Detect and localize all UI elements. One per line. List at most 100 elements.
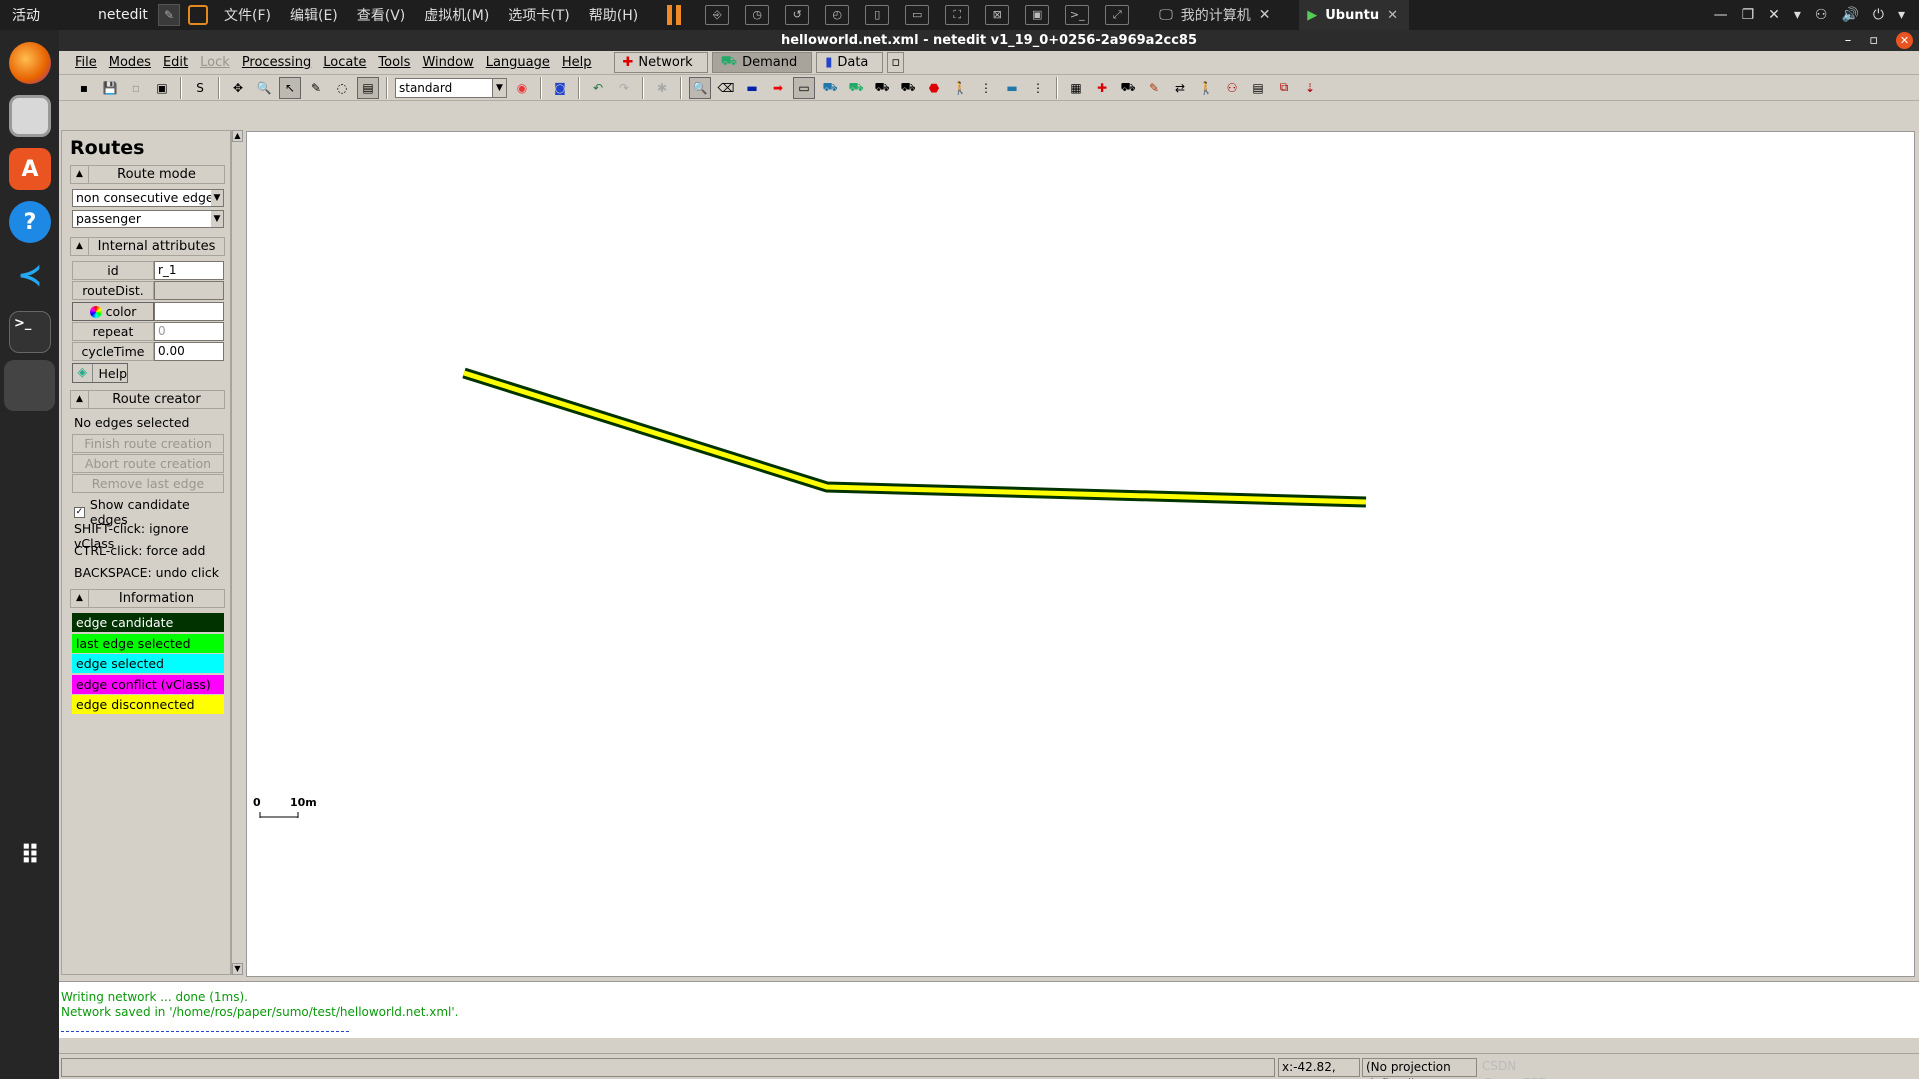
- show-overlapped-icon[interactable]: ⇣: [1299, 77, 1321, 99]
- vehicle-type-icon[interactable]: ⛟: [845, 77, 867, 99]
- vm-menu-edit[interactable]: 编辑(E): [290, 5, 338, 25]
- menu-language[interactable]: Language: [486, 55, 550, 70]
- thumbnail-icon[interactable]: ▭: [905, 5, 930, 25]
- redo-icon[interactable]: ↷: [613, 77, 635, 99]
- netedit-app-icon[interactable]: [4, 360, 55, 411]
- collapse-icon[interactable]: ▲: [71, 590, 89, 607]
- volume-icon[interactable]: 🔊: [1841, 7, 1858, 23]
- restore-icon[interactable]: ❐: [1742, 7, 1755, 23]
- attr-routedist-field[interactable]: [154, 281, 224, 300]
- chevron-down-icon[interactable]: ▾: [1898, 7, 1905, 23]
- color-picker-button[interactable]: color: [72, 302, 154, 321]
- dropdown-icon[interactable]: ▾: [1794, 7, 1801, 23]
- window-titlebar[interactable]: helloworld.net.xml - netedit v1_19_0+025…: [59, 30, 1919, 51]
- menu-locate[interactable]: Locate: [323, 55, 366, 70]
- show-person-plans-icon[interactable]: ⚇: [1221, 77, 1243, 99]
- remove-last-edge-button[interactable]: Remove last edge: [72, 474, 224, 493]
- inspect-mode-icon[interactable]: 🔍: [689, 76, 711, 99]
- menu-tools[interactable]: Tools: [378, 55, 410, 70]
- supermode-demand-button[interactable]: ⛟ Demand: [711, 52, 813, 73]
- unity-icon[interactable]: ⊠: [985, 5, 1010, 25]
- minimize-icon[interactable]: –: [1845, 30, 1852, 51]
- recompute-icon[interactable]: ✱: [651, 77, 673, 99]
- stop-icon[interactable]: ⬣: [923, 77, 945, 99]
- files-icon[interactable]: [9, 95, 51, 137]
- power-icon[interactable]: ⏻: [1873, 7, 1884, 23]
- help-button[interactable]: ◈ Help: [72, 363, 128, 383]
- attr-id-field[interactable]: r_1: [154, 261, 224, 280]
- menu-processing[interactable]: Processing: [242, 55, 311, 70]
- library-icon[interactable]: ▯: [865, 5, 890, 25]
- vm-menu-view[interactable]: 查看(V): [357, 5, 406, 25]
- save-all-icon[interactable]: ▣: [151, 77, 173, 99]
- person-plan-icon[interactable]: ⋮: [975, 77, 997, 99]
- app-store-icon[interactable]: A: [9, 148, 51, 190]
- close-icon[interactable]: ✕: [1259, 7, 1271, 23]
- attr-cycletime-field[interactable]: 0.00: [154, 342, 224, 361]
- undo-icon[interactable]: ↶: [587, 77, 609, 99]
- show-apps-icon[interactable]: ⠿: [9, 835, 51, 877]
- terminal-icon[interactable]: >_: [1065, 5, 1090, 25]
- save-icon[interactable]: 💾: [99, 77, 121, 99]
- vmware-icon[interactable]: [188, 5, 208, 25]
- app-name-label[interactable]: netedit: [70, 7, 150, 23]
- collapse-icon[interactable]: ▲: [71, 391, 89, 408]
- screenshot-icon[interactable]: ◙: [549, 77, 571, 99]
- message-log[interactable]: ‾ ‾ ‾ Writing network ... done (1ms). Ne…: [59, 981, 1919, 1038]
- vm-menu-tabs[interactable]: 选项卡(T): [508, 5, 569, 25]
- send-keys-icon[interactable]: ⎆: [705, 5, 730, 25]
- vm-menu-file[interactable]: 文件(F): [224, 5, 271, 25]
- menu-modes[interactable]: Modes: [109, 55, 151, 70]
- show-vehicles-icon[interactable]: ⛟: [1117, 77, 1139, 99]
- menu-file[interactable]: File: [75, 55, 97, 70]
- new-network-icon[interactable]: ▪: [73, 77, 95, 99]
- delete-mode-icon[interactable]: ⌫: [715, 77, 737, 99]
- scroll-down-icon[interactable]: ▼: [232, 963, 243, 975]
- show-persons-icon[interactable]: 🚶: [1195, 77, 1217, 99]
- menu-edit[interactable]: Edit: [163, 55, 188, 70]
- snapshot-icon[interactable]: ◷: [745, 5, 770, 25]
- tooltip-icon[interactable]: ◌: [331, 77, 353, 99]
- junction-shape-icon[interactable]: ✚: [1091, 77, 1113, 99]
- vm-menu-vm[interactable]: 虚拟机(M): [424, 5, 489, 25]
- help-icon[interactable]: ?: [9, 201, 51, 243]
- supermode-network-button[interactable]: ✚ Network: [613, 52, 708, 73]
- attr-repeat-field[interactable]: 0: [154, 322, 224, 341]
- collapse-icon[interactable]: ▲: [71, 166, 89, 183]
- pin-icon[interactable]: ✎: [158, 4, 180, 26]
- window-toggle-button[interactable]: ▫: [887, 52, 905, 73]
- container-icon[interactable]: ▬: [1001, 77, 1023, 99]
- type-distribution-icon[interactable]: ⛟: [871, 77, 893, 99]
- stop-vehicle-icon[interactable]: ⛟: [897, 77, 919, 99]
- revert-snapshot-icon[interactable]: ↺: [785, 5, 810, 25]
- tab-ubuntu[interactable]: ▶ Ubuntu ✕: [1299, 0, 1410, 30]
- color-wheel-icon[interactable]: ◉: [511, 77, 533, 99]
- scroll-up-icon[interactable]: ▲: [232, 130, 243, 142]
- select-mode-icon[interactable]: ↖: [279, 76, 301, 99]
- vm-menu-help[interactable]: 帮助(H): [589, 5, 638, 25]
- inspect-icon[interactable]: ✎: [305, 77, 327, 99]
- console-view-icon[interactable]: ▣: [1025, 5, 1050, 25]
- show-shapes-icon[interactable]: ✎: [1143, 77, 1165, 99]
- move-view-icon[interactable]: ✥: [227, 77, 249, 99]
- show-routes-icon[interactable]: ⇄: [1169, 77, 1191, 99]
- internal-attributes-header[interactable]: ▲ Internal attributes: [70, 237, 225, 256]
- person-icon[interactable]: 🚶: [949, 77, 971, 99]
- menu-lock[interactable]: Lock: [200, 55, 230, 70]
- route-creator-header[interactable]: ▲ Route creator: [70, 390, 225, 409]
- supermode-data-button[interactable]: ▮ Data: [816, 52, 884, 73]
- show-container-plans-icon[interactable]: ⧉: [1273, 77, 1295, 99]
- close-icon[interactable]: ✕: [1387, 8, 1398, 23]
- show-containers-icon[interactable]: ▤: [1247, 77, 1269, 99]
- network-icon[interactable]: ⚇: [1815, 7, 1828, 23]
- container-plan-icon[interactable]: ⋮: [1027, 77, 1049, 99]
- route-mode-select[interactable]: non consecutive edges ▼: [72, 189, 224, 207]
- vehicle-icon[interactable]: ⛟: [819, 77, 841, 99]
- route-mode-icon[interactable]: ▭: [793, 76, 815, 99]
- vscode-icon[interactable]: ≺: [9, 254, 51, 296]
- firefox-icon[interactable]: [9, 42, 51, 84]
- menu-help[interactable]: Help: [562, 55, 592, 70]
- stretch-icon[interactable]: ⤢: [1105, 5, 1130, 25]
- zoom-icon[interactable]: 🔍: [253, 77, 275, 99]
- minimize-icon[interactable]: —: [1714, 7, 1728, 23]
